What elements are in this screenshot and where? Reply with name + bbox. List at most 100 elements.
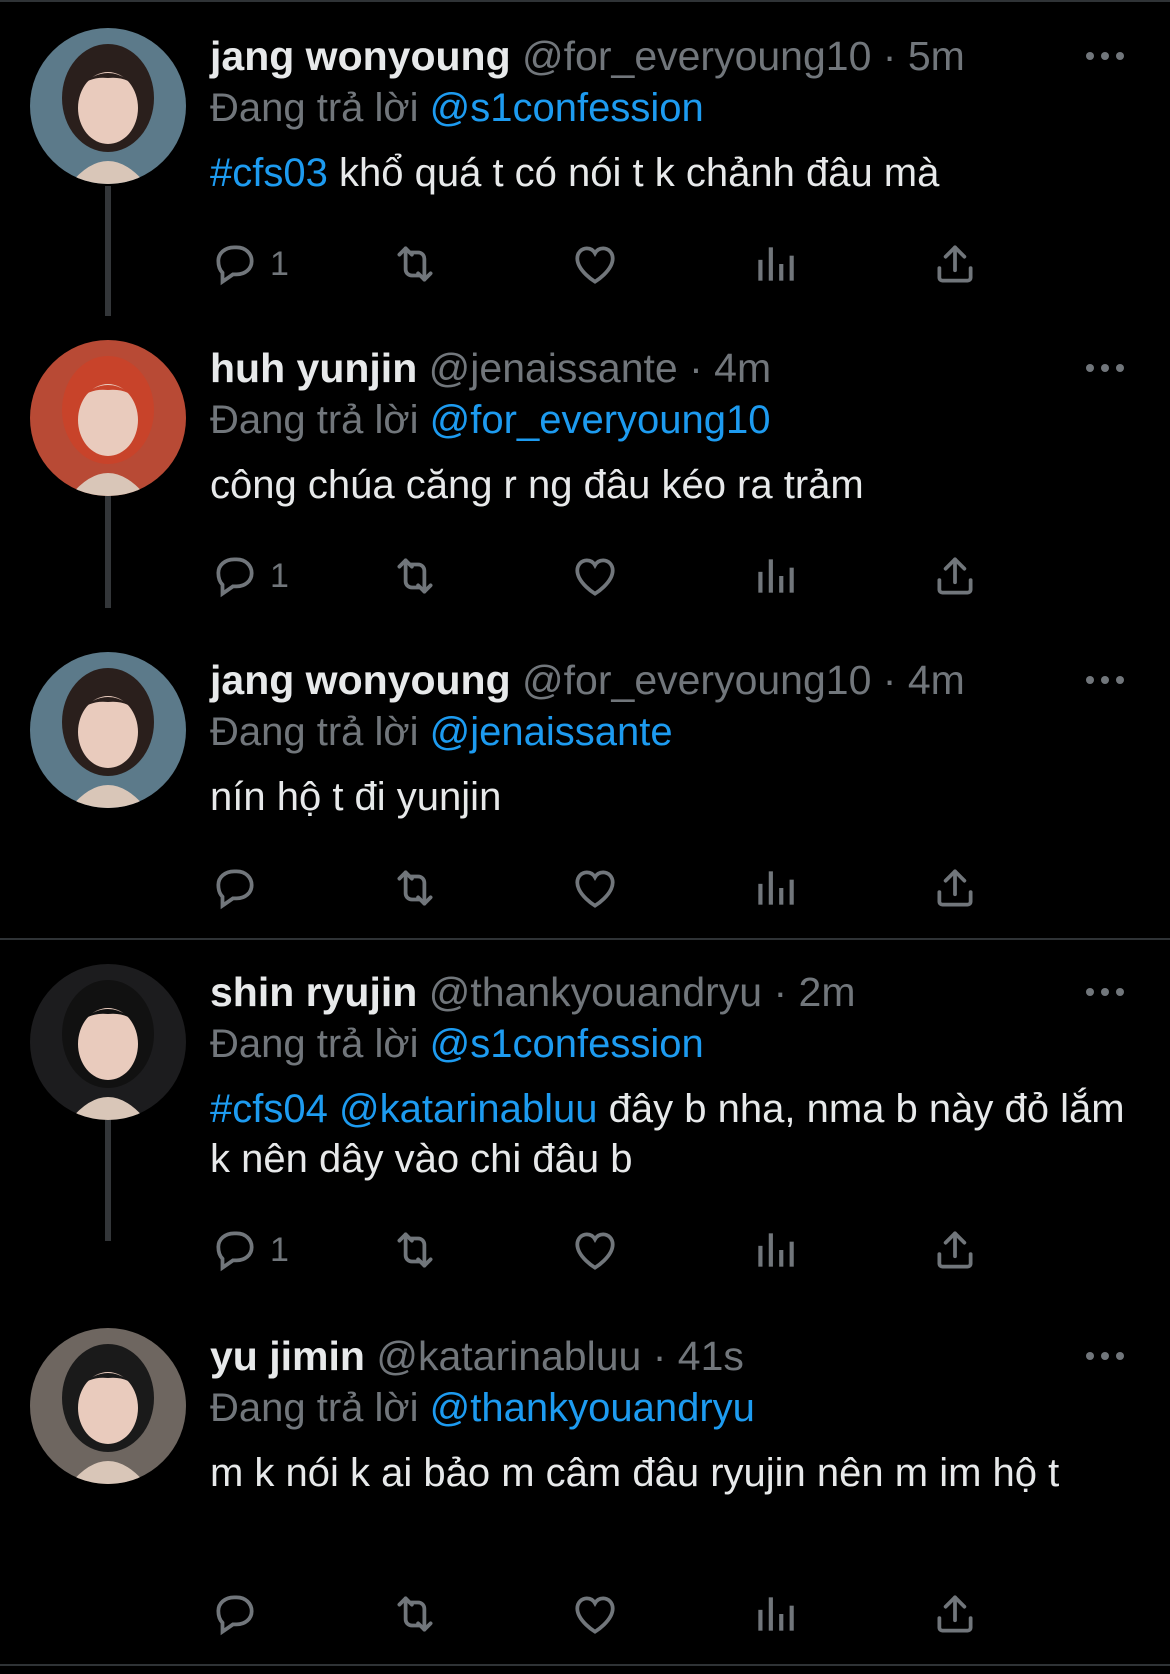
avatar[interactable] — [30, 652, 186, 808]
user-handle[interactable]: @for_everyoung10 — [522, 33, 871, 79]
more-icon[interactable] — [1086, 46, 1126, 66]
retweet-button[interactable] — [390, 1220, 440, 1280]
views-button[interactable] — [750, 1220, 800, 1280]
share-button[interactable] — [930, 546, 980, 606]
retweet-button[interactable] — [390, 546, 440, 606]
thread-divider — [0, 938, 1170, 940]
share-button[interactable] — [930, 234, 980, 294]
reply-button[interactable] — [210, 1584, 270, 1644]
tweet-actions — [210, 858, 1040, 918]
share-button[interactable] — [930, 1220, 980, 1280]
reply-button[interactable]: 1 — [210, 546, 289, 606]
separator-dot: · — [641, 1333, 678, 1379]
reply-to-mention[interactable]: @thankyouandryu — [430, 1386, 755, 1430]
like-button[interactable] — [570, 546, 620, 606]
reply-to-mention[interactable]: @s1confession — [430, 86, 704, 130]
reply-icon — [210, 551, 260, 601]
views-button[interactable] — [750, 234, 800, 294]
tweet-text: #cfs03 khổ quá t có nói t k chảnh đâu mà — [210, 148, 1130, 198]
user-handle[interactable]: @katarinabluu — [376, 1333, 641, 1379]
avatar[interactable] — [30, 340, 186, 496]
replying-to: Đang trả lời @thankyouandryu — [210, 1380, 755, 1436]
replying-label: Đang trả lời — [210, 1022, 419, 1066]
tweet-body: m k nói k ai bảo m câm đâu ryujin nên m … — [210, 1451, 1060, 1495]
replying-label: Đang trả lời — [210, 86, 419, 130]
avatar[interactable] — [30, 28, 186, 184]
retweet-icon — [390, 1225, 440, 1275]
tweet-header: yu jimin @katarinabluu · 41s — [210, 1328, 744, 1384]
reply-to-mention[interactable]: @s1confession — [430, 1022, 704, 1066]
retweet-icon — [390, 239, 440, 289]
tweet-body: khổ quá t có nói t k chảnh đâu mà — [338, 151, 940, 195]
tweet-body: nín hộ t đi yunjin — [210, 775, 502, 819]
replying-to: Đang trả lời @s1confession — [210, 1016, 704, 1072]
share-icon — [930, 1225, 980, 1275]
timestamp[interactable]: 4m — [908, 657, 965, 703]
timestamp[interactable]: 5m — [908, 33, 965, 79]
replying-label: Đang trả lời — [210, 1386, 419, 1430]
views-button[interactable] — [750, 1584, 800, 1644]
display-name[interactable]: jang wonyoung — [210, 657, 511, 703]
share-button[interactable] — [930, 1584, 980, 1644]
display-name[interactable]: jang wonyoung — [210, 33, 511, 79]
retweet-icon — [390, 863, 440, 913]
reply-icon — [210, 239, 260, 289]
avatar[interactable] — [30, 1328, 186, 1484]
hashtag-link[interactable]: #cfs03 — [210, 151, 328, 195]
like-button[interactable] — [570, 1220, 620, 1280]
tweet-body: công chúa căng r ng đâu kéo ra trảm — [210, 463, 864, 507]
more-icon[interactable] — [1086, 982, 1126, 1002]
reply-to-mention[interactable]: @for_everyoung10 — [430, 398, 771, 442]
timestamp[interactable]: 2m — [799, 969, 856, 1015]
reply-icon — [210, 1225, 260, 1275]
avatar[interactable] — [30, 964, 186, 1120]
separator-dot: · — [871, 657, 908, 703]
user-handle[interactable]: @thankyouandryu — [429, 969, 762, 1015]
tweet-header: jang wonyoung @for_everyoung10 · 4m — [210, 652, 965, 708]
reply-count: 1 — [270, 556, 289, 595]
like-button[interactable] — [570, 858, 620, 918]
user-handle[interactable]: @jenaissante — [429, 345, 678, 391]
like-button[interactable] — [570, 234, 620, 294]
views-button[interactable] — [750, 546, 800, 606]
retweet-button[interactable] — [390, 234, 440, 294]
reply-to-mention[interactable]: @jenaissante — [430, 710, 673, 754]
tweet-header: shin ryujin @thankyouandryu · 2m — [210, 964, 856, 1020]
display-name[interactable]: shin ryujin — [210, 969, 417, 1015]
display-name[interactable]: huh yunjin — [210, 345, 417, 391]
views-icon — [750, 863, 800, 913]
mention-link[interactable]: @katarinabluu — [339, 1087, 598, 1131]
share-icon — [930, 863, 980, 913]
reply-icon — [210, 1589, 260, 1639]
timestamp[interactable]: 4m — [714, 345, 771, 391]
tweet-actions — [210, 1584, 1040, 1644]
replying-to: Đang trả lời @s1confession — [210, 80, 704, 136]
share-icon — [930, 551, 980, 601]
retweet-button[interactable] — [390, 1584, 440, 1644]
separator-dot: · — [762, 969, 799, 1015]
more-icon[interactable] — [1086, 670, 1126, 690]
reply-button[interactable]: 1 — [210, 1220, 289, 1280]
timestamp[interactable]: 41s — [678, 1333, 744, 1379]
share-button[interactable] — [930, 858, 980, 918]
reply-button[interactable] — [210, 858, 270, 918]
views-button[interactable] — [750, 858, 800, 918]
heart-icon — [570, 1225, 620, 1275]
views-icon — [750, 1589, 800, 1639]
display-name[interactable]: yu jimin — [210, 1333, 365, 1379]
reply-icon — [210, 863, 260, 913]
like-button[interactable] — [570, 1584, 620, 1644]
bottom-border — [0, 1664, 1170, 1666]
thread-line — [105, 186, 111, 316]
hashtag-link[interactable]: #cfs04 — [210, 1087, 328, 1131]
heart-icon — [570, 239, 620, 289]
more-icon[interactable] — [1086, 358, 1126, 378]
retweet-button[interactable] — [390, 858, 440, 918]
tweet-header: huh yunjin @jenaissante · 4m — [210, 340, 771, 396]
views-icon — [750, 551, 800, 601]
share-icon — [930, 239, 980, 289]
reply-button[interactable]: 1 — [210, 234, 289, 294]
more-icon[interactable] — [1086, 1346, 1126, 1366]
user-handle[interactable]: @for_everyoung10 — [522, 657, 871, 703]
share-icon — [930, 1589, 980, 1639]
